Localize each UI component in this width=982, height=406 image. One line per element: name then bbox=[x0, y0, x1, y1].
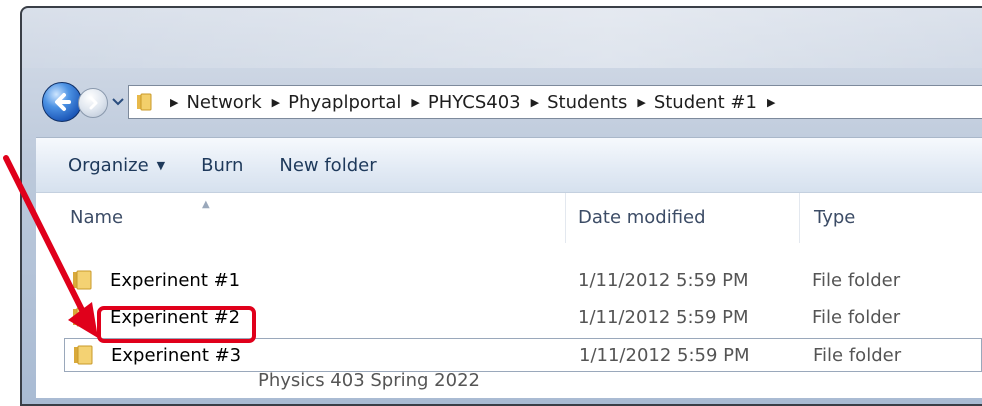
breadcrumb-phycs403[interactable]: PHYCS403 bbox=[428, 92, 521, 113]
file-date: 1/11/2012 5:59 PM bbox=[579, 345, 750, 366]
column-headers: ▲ Name Date modified Type bbox=[36, 193, 982, 243]
breadcrumb: ▶ Network ▶ Phyaplportal ▶ PHYCS403 ▶ St… bbox=[160, 92, 783, 113]
column-divider[interactable] bbox=[799, 193, 800, 243]
footer-text: Physics 403 Spring 2022 bbox=[258, 370, 480, 391]
breadcrumb-separator-icon[interactable]: ▶ bbox=[411, 96, 419, 109]
navigation-bar: ▶ Network ▶ Phyaplportal ▶ PHYCS403 ▶ St… bbox=[42, 82, 982, 122]
address-bar[interactable]: ▶ Network ▶ Phyaplportal ▶ PHYCS403 ▶ St… bbox=[128, 85, 982, 119]
breadcrumb-separator-icon[interactable]: ▶ bbox=[531, 96, 539, 109]
list-item[interactable]: Experinent #1 1/11/2012 5:59 PM File fol… bbox=[64, 264, 982, 298]
column-header-type[interactable]: Type bbox=[814, 207, 855, 228]
breadcrumb-students[interactable]: Students bbox=[547, 92, 627, 113]
chevron-down-icon: ▼ bbox=[156, 158, 166, 172]
breadcrumb-student-1[interactable]: Student #1 bbox=[654, 92, 757, 113]
breadcrumb-separator-icon[interactable]: ▶ bbox=[272, 96, 280, 109]
chevron-down-icon bbox=[112, 98, 124, 106]
annotation-arrow-icon bbox=[3, 155, 98, 338]
file-name: Experinent #1 bbox=[110, 270, 241, 291]
new-folder-button[interactable]: New folder bbox=[279, 155, 376, 176]
file-date: 1/11/2012 5:59 PM bbox=[578, 307, 749, 328]
file-list-pane: Organize ▼ Burn New folder ▲ Name Date m… bbox=[36, 137, 982, 398]
folder-icon bbox=[74, 345, 93, 365]
list-item[interactable]: Experinent #3 1/11/2012 5:59 PM File fol… bbox=[64, 338, 982, 372]
breadcrumb-separator-icon[interactable]: ▶ bbox=[637, 96, 645, 109]
folder-icon bbox=[130, 87, 160, 117]
file-type: File folder bbox=[813, 345, 902, 366]
breadcrumb-phyaplportal[interactable]: Phyaplportal bbox=[288, 92, 401, 113]
column-header-date[interactable]: Date modified bbox=[578, 207, 706, 228]
column-divider[interactable] bbox=[565, 193, 566, 243]
back-button[interactable] bbox=[42, 82, 82, 122]
command-bar: Organize ▼ Burn New folder bbox=[36, 138, 982, 193]
file-type: File folder bbox=[812, 270, 901, 291]
breadcrumb-separator-icon[interactable]: ▶ bbox=[767, 96, 775, 109]
forward-arrow-icon bbox=[89, 96, 98, 110]
sort-ascending-icon: ▲ bbox=[202, 199, 210, 210]
file-type: File folder bbox=[812, 307, 901, 328]
file-date: 1/11/2012 5:59 PM bbox=[578, 270, 749, 291]
breadcrumb-network[interactable]: Network bbox=[186, 92, 261, 113]
recent-pages-dropdown[interactable] bbox=[112, 96, 124, 108]
highlight-box bbox=[97, 306, 256, 343]
forward-button[interactable] bbox=[78, 88, 108, 118]
breadcrumb-separator-icon[interactable]: ▶ bbox=[170, 96, 178, 109]
back-arrow-icon bbox=[55, 93, 71, 111]
file-name: Experinent #3 bbox=[111, 345, 242, 366]
burn-button[interactable]: Burn bbox=[201, 155, 243, 176]
